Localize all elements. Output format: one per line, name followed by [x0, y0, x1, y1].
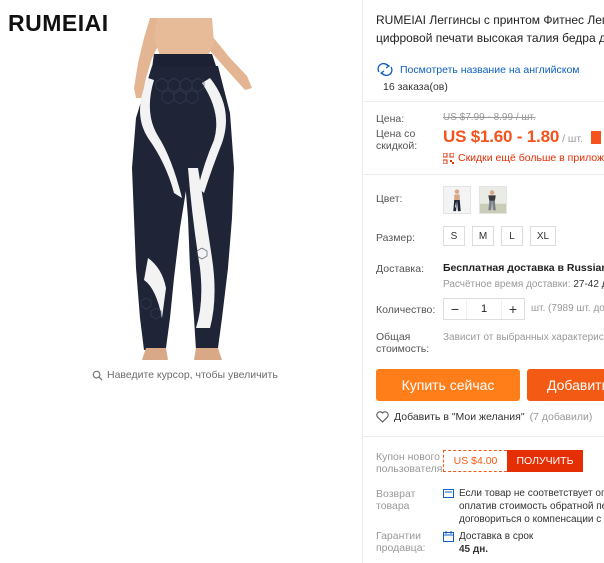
zoom-hint: Наведите курсор, чтобы увеличить — [92, 369, 278, 381]
qr-code-icon — [443, 152, 454, 164]
price-label: Цена: — [376, 113, 405, 125]
calendar-icon — [443, 531, 454, 542]
guarantee-label: Гарантии продавца: — [376, 530, 426, 554]
product-image[interactable] — [62, 18, 302, 363]
coupon-value: US $4.00 — [443, 450, 507, 472]
product-gallery: RUMEIAI Наведите курсор, чтобы увеличить — [0, 0, 360, 563]
heart-icon — [376, 411, 389, 423]
stock-available: шт. (7989 шт. дос — [531, 303, 604, 314]
app-promo-text[interactable]: Скидки ещё больше в приложен — [458, 152, 604, 164]
quantity-increase-button[interactable]: + — [502, 299, 524, 319]
wishlist-count: (7 добавили) — [529, 411, 593, 423]
size-option-s[interactable]: S — [443, 226, 465, 246]
delivery-estimate-value: 27-42 д — [573, 279, 604, 290]
quantity-decrease-button[interactable]: − — [444, 299, 466, 319]
color-label: Цвет: — [376, 193, 403, 205]
discount-badge — [590, 131, 601, 144]
size-option-l[interactable]: L — [501, 226, 523, 246]
quantity-stepper: − 1 + — [443, 298, 525, 320]
guarantee-text: Доставка в срок 45 дн. — [459, 530, 604, 556]
return-policy: Если товар не соответствует оп оплатив с… — [443, 487, 604, 526]
seller-guarantee: Доставка в срок 45 дн. — [443, 530, 604, 556]
guarantee-days: 45 дн. — [459, 544, 489, 555]
price-unit: / шт. — [562, 133, 583, 145]
product-info: RUMEIAI Леггинсы с принтом Фитнес Леггин… — [363, 0, 604, 563]
return-icon — [443, 489, 454, 498]
wishlist-link[interactable]: Добавить в "Мои желания" (7 добавили) — [376, 411, 592, 423]
translate-title-link[interactable]: Посмотреть название на английском — [376, 63, 580, 76]
color-option-gray-white[interactable] — [479, 186, 507, 214]
coupon-label: Купон нового пользователя — [376, 451, 443, 475]
quantity-input[interactable]: 1 — [466, 299, 502, 319]
current-price-row: US $1.60 - 1.80 / шт. — [443, 127, 601, 147]
buy-now-button[interactable]: Купить сейчас — [376, 369, 520, 401]
divider — [363, 101, 604, 102]
divider — [363, 436, 604, 437]
quantity-label: Количество: — [376, 304, 436, 316]
color-option-black-white[interactable] — [443, 186, 471, 214]
app-promo-link[interactable]: Скидки ещё больше в приложен — [443, 152, 604, 164]
shipping-label: Доставка: — [376, 263, 425, 275]
shipping-method[interactable]: Бесплатная доставка в Russian Fe — [443, 262, 604, 274]
return-policy-text: Если товар не соответствует оп оплатив с… — [459, 488, 604, 525]
get-coupon-button[interactable]: ПОЛУЧИТЬ — [507, 450, 583, 472]
delivery-estimate-label: Расчётное время доставки: — [443, 279, 571, 290]
zoom-hint-text: Наведите курсор, чтобы увеличить — [107, 369, 278, 381]
total-value: Зависит от выбранных характерис — [443, 332, 604, 343]
translate-link-text[interactable]: Посмотреть название на английском — [400, 64, 580, 76]
current-price: US $1.60 - 1.80 — [443, 127, 560, 146]
size-option-m[interactable]: M — [472, 226, 494, 246]
guarantee-title: Доставка в срок — [459, 531, 534, 542]
size-option-xl[interactable]: XL — [530, 226, 556, 246]
color-thumbnail-image — [480, 187, 506, 213]
add-to-cart-button[interactable]: Добавить — [527, 369, 604, 401]
delivery-estimate: Расчётное время доставки: 27-42 д — [443, 279, 604, 290]
color-thumbnail-image — [444, 187, 470, 213]
wishlist-text[interactable]: Добавить в "Мои желания" — [394, 411, 525, 423]
divider — [363, 174, 604, 175]
magnifier-icon — [92, 370, 103, 381]
total-label: Общая стоимость: — [376, 331, 430, 355]
translate-icon — [377, 63, 393, 76]
orders-count: 16 заказа(ов) — [383, 81, 448, 93]
size-label: Размер: — [376, 232, 416, 244]
new-user-coupon: US $4.00 ПОЛУЧИТЬ — [443, 450, 583, 472]
product-title: RUMEIAI Леггинсы с принтом Фитнес Леггин… — [376, 13, 604, 45]
old-price: US $7.99 - 8.99 / шт. — [443, 112, 536, 123]
return-label: Возврат товара — [376, 488, 416, 512]
discount-price-label: Цена со скидкой: — [376, 128, 418, 152]
